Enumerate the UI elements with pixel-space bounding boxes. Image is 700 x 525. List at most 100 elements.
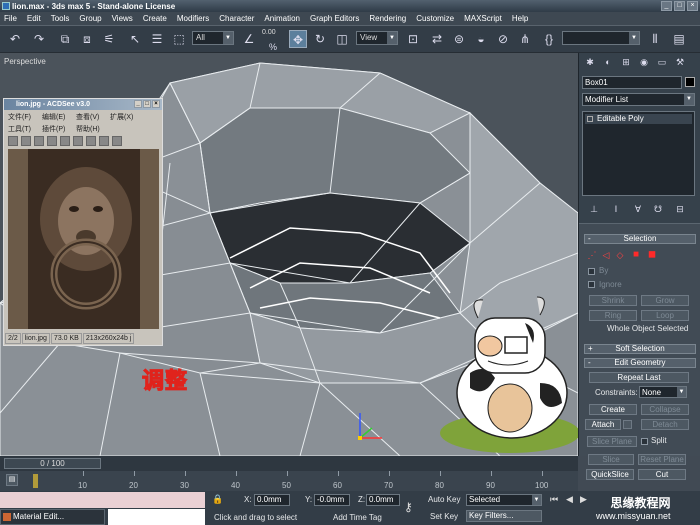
acdsee-menu-plugins[interactable]: 插件(P) bbox=[42, 124, 65, 134]
menu-edit[interactable]: Edit bbox=[27, 14, 41, 23]
acdsee-menu-tools[interactable]: 工具(T) bbox=[8, 124, 31, 134]
pin-stack-icon[interactable]: ⊥ bbox=[589, 204, 599, 214]
key-mode-dropdown[interactable]: Selected ▼ bbox=[466, 494, 542, 506]
link-icon[interactable]: ⧉ bbox=[56, 30, 74, 48]
z-coordinate-field[interactable]: 0.0mm bbox=[366, 494, 400, 506]
reset-plane-button[interactable]: Reset Plane bbox=[638, 454, 686, 465]
time-marker[interactable] bbox=[33, 474, 38, 488]
attach-button[interactable]: Attach bbox=[585, 419, 621, 430]
copy-icon[interactable] bbox=[60, 136, 70, 146]
unlink-icon[interactable]: ⧈ bbox=[78, 30, 96, 48]
menu-rendering[interactable]: Rendering bbox=[369, 14, 406, 23]
edit-geometry-rollout-header[interactable]: - Edit Geometry bbox=[584, 358, 696, 368]
spinner-snap-icon[interactable]: ⊘ bbox=[494, 30, 512, 48]
border-mode-icon[interactable]: ◇ bbox=[615, 250, 625, 260]
slice-button[interactable]: Slice bbox=[588, 454, 634, 465]
snap-toggle-icon[interactable]: ⋔ bbox=[516, 30, 534, 48]
utilities-tab-icon[interactable]: ⚒ bbox=[675, 57, 685, 67]
repeat-last-button[interactable]: Repeat Last bbox=[589, 372, 689, 383]
polygon-mode-icon[interactable]: ■ bbox=[631, 250, 641, 260]
by-vertex-checkbox[interactable] bbox=[588, 268, 595, 275]
open-icon[interactable] bbox=[21, 136, 31, 146]
auto-key-button[interactable]: Auto Key bbox=[428, 495, 460, 504]
acdsee-menu-ext[interactable]: 扩展(X) bbox=[110, 112, 133, 122]
shrink-button[interactable]: Shrink bbox=[589, 295, 637, 306]
material-editor-taskbar-button[interactable]: Material Edit... bbox=[0, 509, 105, 525]
minimize-button[interactable]: _ bbox=[661, 1, 672, 11]
set-key-button[interactable]: Set Key bbox=[430, 512, 458, 521]
rotate-icon[interactable]: ↻ bbox=[311, 30, 329, 48]
key-filters-button[interactable]: Key Filters... bbox=[466, 510, 542, 522]
reference-coordinate-dropdown[interactable]: View ▼ bbox=[356, 31, 398, 45]
maxscript-listener[interactable] bbox=[0, 492, 205, 508]
material-editor-icon[interactable]: ▤ bbox=[670, 30, 688, 48]
named-selection-icon[interactable]: {} bbox=[540, 30, 558, 48]
previous-frame-icon[interactable]: ◀ bbox=[566, 494, 573, 505]
collapse-button[interactable]: Collapse bbox=[641, 404, 689, 415]
align-icon[interactable]: ⊜ bbox=[450, 30, 468, 48]
move-icon[interactable]: ✥ bbox=[289, 30, 307, 48]
modifier-stack[interactable]: Editable Poly bbox=[582, 111, 695, 196]
mirror-tool-icon[interactable]: ⫴ bbox=[646, 30, 664, 48]
close-button[interactable]: × bbox=[687, 1, 698, 11]
object-color-swatch[interactable] bbox=[685, 77, 695, 87]
element-mode-icon[interactable]: ◼ bbox=[647, 250, 657, 260]
viewport-label[interactable]: Perspective bbox=[4, 57, 46, 66]
modifier-list-dropdown[interactable]: Modifier List ▼ bbox=[582, 93, 695, 106]
menu-tools[interactable]: Tools bbox=[51, 14, 70, 23]
split-checkbox[interactable] bbox=[641, 438, 648, 445]
zoom-out-icon[interactable] bbox=[86, 136, 96, 146]
cut-button[interactable]: Cut bbox=[638, 469, 686, 480]
acdsee-maximize-button[interactable]: □ bbox=[143, 100, 151, 108]
menu-modifiers[interactable]: Modifiers bbox=[177, 14, 209, 23]
named-selection-sets-dropdown[interactable]: ▼ bbox=[562, 31, 640, 45]
menu-character[interactable]: Character bbox=[219, 14, 254, 23]
hierarchy-tab-icon[interactable]: ⊞ bbox=[621, 57, 631, 67]
object-name-field[interactable]: Box01 bbox=[582, 76, 682, 89]
create-tab-icon[interactable]: ✱ bbox=[585, 57, 595, 67]
attach-settings-icon[interactable] bbox=[623, 420, 632, 429]
detach-button[interactable]: Detach bbox=[641, 419, 689, 430]
quickslice-button[interactable]: QuickSlice bbox=[586, 469, 634, 480]
normal-align-icon[interactable]: ◒ bbox=[472, 30, 490, 48]
maxscript-input[interactable] bbox=[108, 509, 205, 525]
browse-icon[interactable] bbox=[8, 136, 18, 146]
mirror-icon[interactable]: ⇄ bbox=[428, 30, 446, 48]
acdsee-close-button[interactable]: × bbox=[152, 100, 160, 108]
modify-tab-icon[interactable]: ◐ bbox=[603, 57, 613, 67]
time-slider[interactable]: 0 / 100 bbox=[4, 458, 101, 469]
ignore-backfacing-checkbox[interactable] bbox=[588, 281, 595, 288]
y-coordinate-field[interactable]: -0.0mm bbox=[314, 494, 350, 506]
menu-help[interactable]: Help bbox=[512, 14, 528, 23]
loop-button[interactable]: Loop bbox=[641, 310, 689, 321]
select-icon[interactable]: ↖ bbox=[126, 30, 144, 48]
grow-button[interactable]: Grow bbox=[641, 295, 689, 306]
go-to-start-icon[interactable]: ⏮ bbox=[550, 494, 558, 505]
acdsee-minimize-button[interactable]: _ bbox=[134, 100, 142, 108]
menu-graph-editors[interactable]: Graph Editors bbox=[310, 14, 359, 23]
menu-create[interactable]: Create bbox=[143, 14, 167, 23]
next-icon[interactable] bbox=[47, 136, 57, 146]
region-select-icon[interactable]: ⬚ bbox=[170, 30, 188, 48]
soft-selection-rollout-header[interactable]: + Soft Selection bbox=[584, 344, 696, 354]
ring-button[interactable]: Ring bbox=[589, 310, 637, 321]
constraints-dropdown[interactable]: None ▼ bbox=[639, 386, 687, 398]
menu-views[interactable]: Views bbox=[112, 14, 133, 23]
rotate-icon[interactable] bbox=[73, 136, 83, 146]
vertex-mode-icon[interactable]: ⋰ bbox=[587, 250, 597, 260]
mini-curve-editor-icon[interactable]: ▤ bbox=[6, 474, 18, 486]
acdsee-title-bar[interactable]: lion.jpg - ACDSee v3.0 _ □ × bbox=[4, 99, 162, 110]
create-button[interactable]: Create bbox=[589, 404, 637, 415]
display-tab-icon[interactable]: ▭ bbox=[657, 57, 667, 67]
show-end-result-icon[interactable]: Ⅰ bbox=[611, 204, 621, 214]
maximize-button[interactable]: □ bbox=[674, 1, 685, 11]
scale-icon[interactable]: ◫ bbox=[333, 30, 351, 48]
prev-icon[interactable] bbox=[34, 136, 44, 146]
motion-tab-icon[interactable]: ◉ bbox=[639, 57, 649, 67]
acdsee-menu-file[interactable]: 文件(F) bbox=[8, 112, 31, 122]
bind-space-warp-icon[interactable]: ⚟ bbox=[100, 30, 118, 48]
undo-icon[interactable]: ↶ bbox=[6, 30, 24, 48]
acdsee-menu-edit[interactable]: 编辑(E) bbox=[42, 112, 65, 122]
menu-animation[interactable]: Animation bbox=[264, 14, 300, 23]
edge-mode-icon[interactable]: ◁ bbox=[601, 250, 611, 260]
